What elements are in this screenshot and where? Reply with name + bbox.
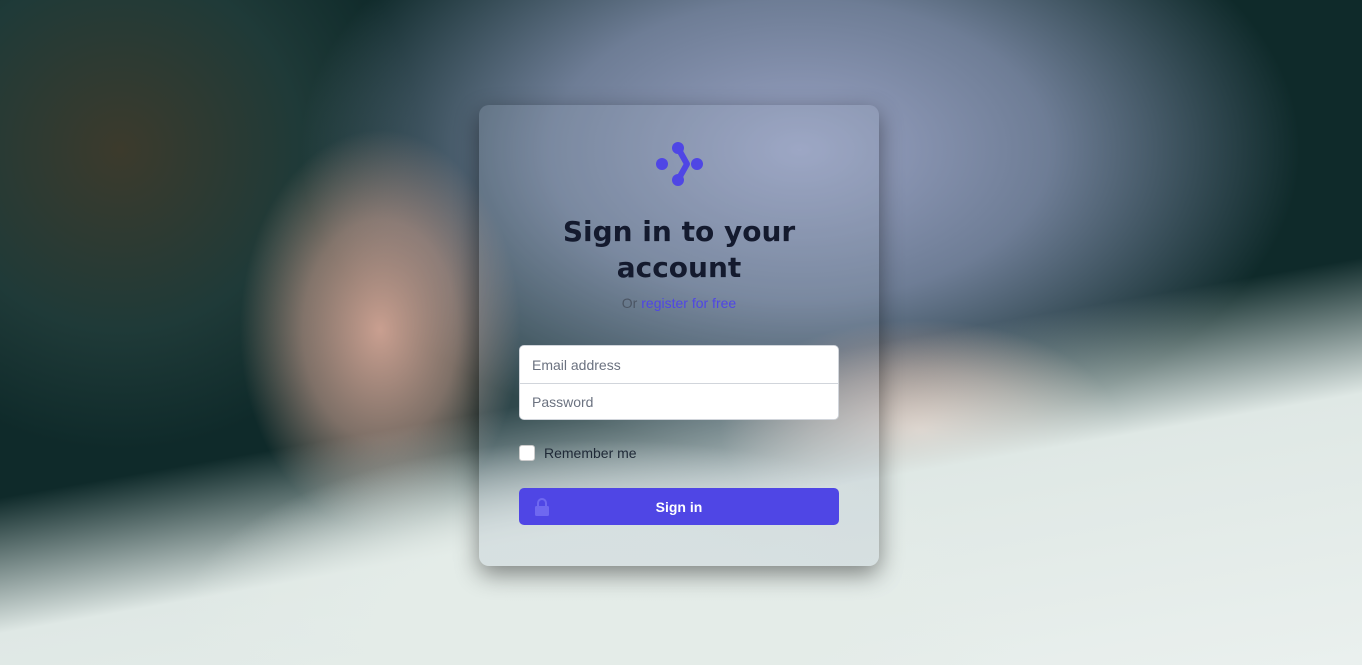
subtitle-prefix: Or <box>621 295 638 311</box>
email-input[interactable] <box>520 346 838 383</box>
register-prompt: Or register for free <box>540 295 818 311</box>
sign-in-button[interactable]: Sign in <box>519 488 839 525</box>
lock-icon <box>535 498 549 516</box>
register-link[interactable]: register for free <box>641 295 736 311</box>
page-title: Sign in to your account <box>562 215 796 284</box>
password-input[interactable] <box>520 383 838 419</box>
credentials-group <box>519 345 839 420</box>
logo-icon <box>656 142 703 186</box>
remember-me[interactable]: Remember me <box>519 445 637 461</box>
remember-me-label: Remember me <box>544 445 637 461</box>
sign-in-label: Sign in <box>655 498 703 515</box>
remember-me-checkbox[interactable] <box>519 445 535 461</box>
